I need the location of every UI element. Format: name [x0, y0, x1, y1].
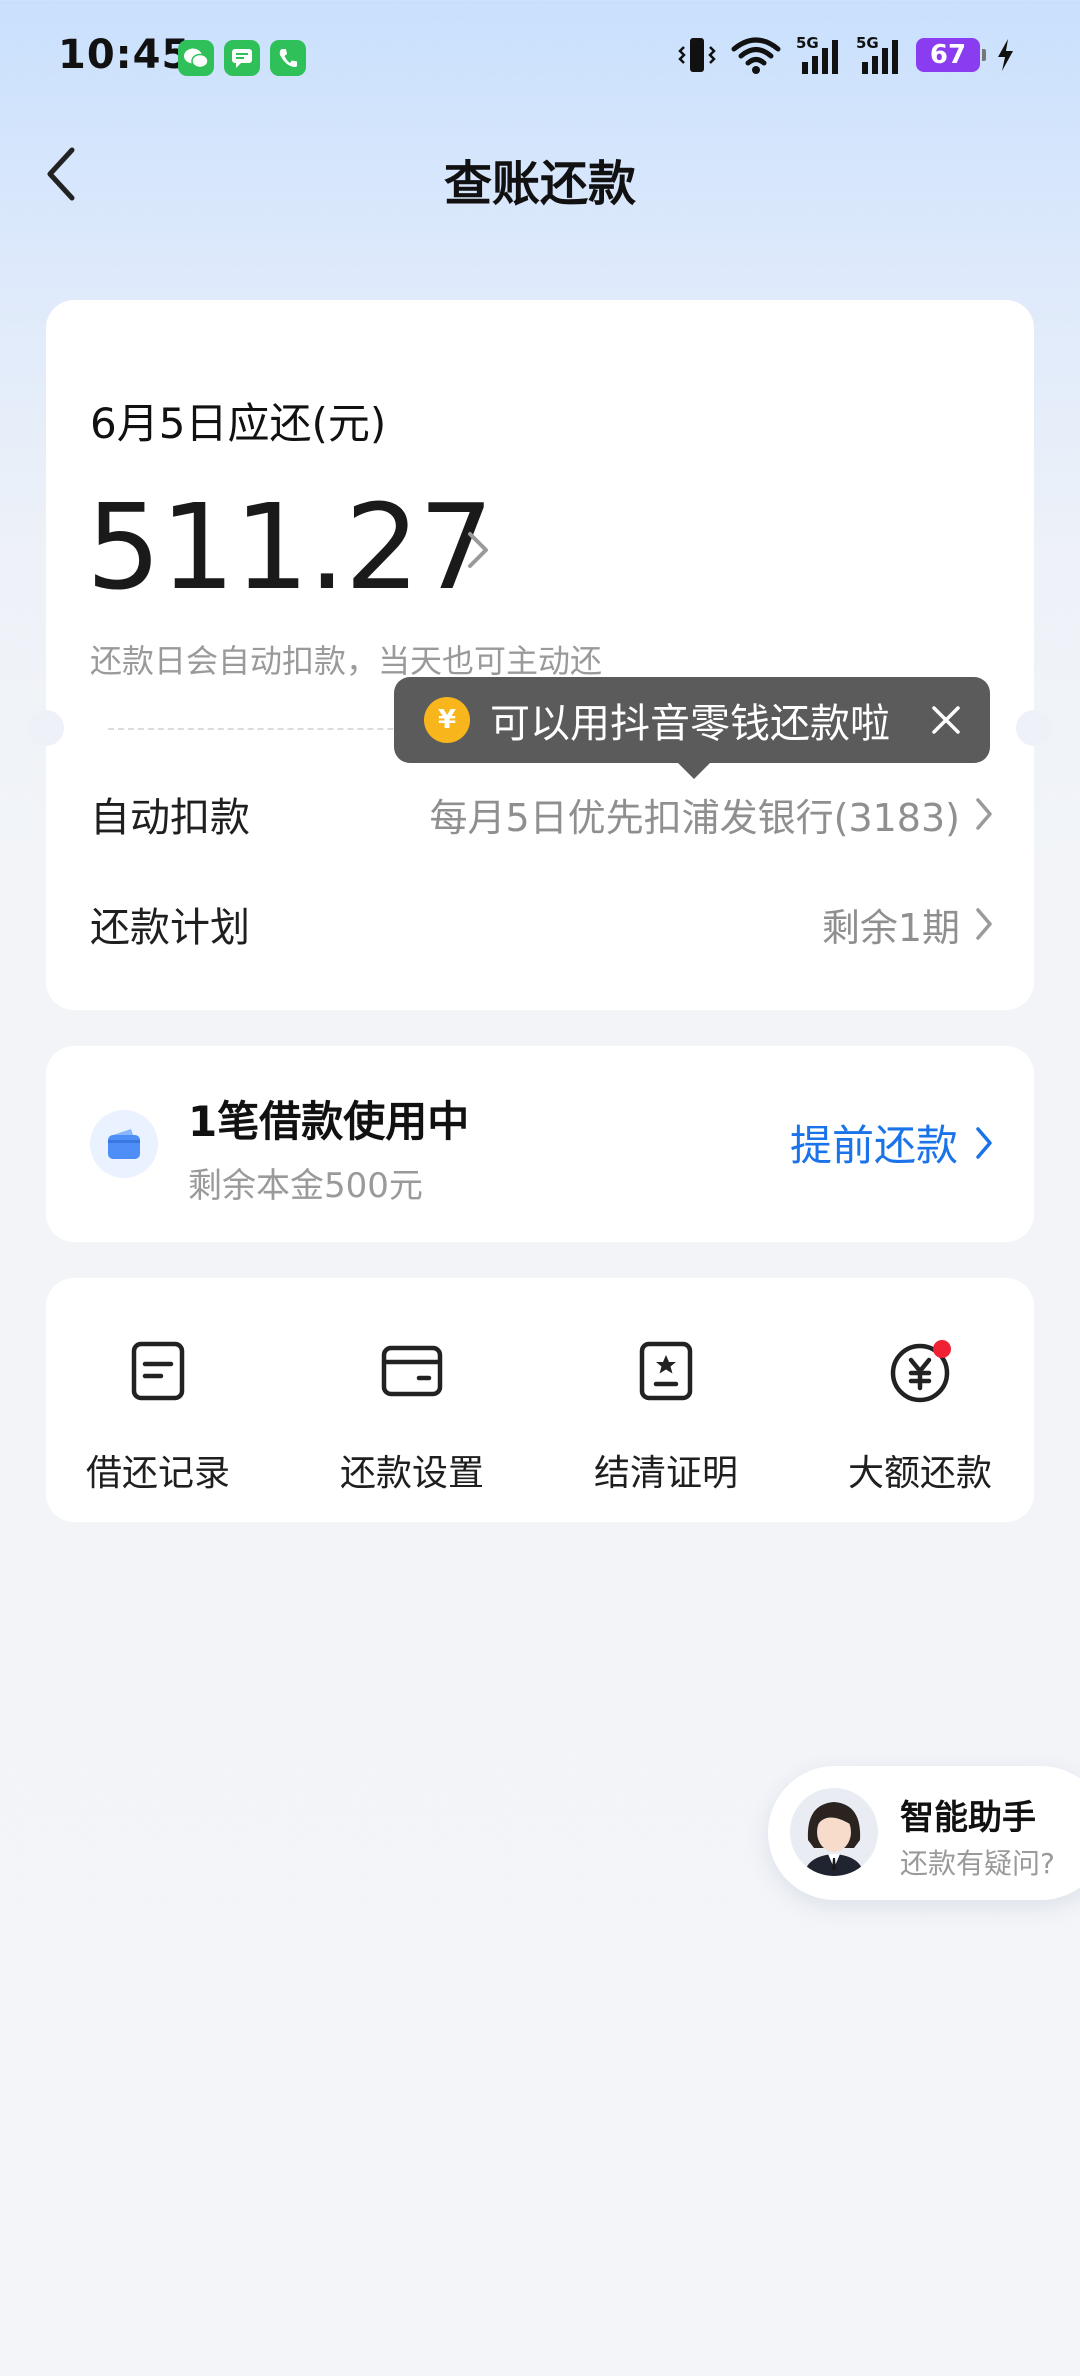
- repayment-settings-label: 还款设置: [339, 1453, 484, 1494]
- close-icon[interactable]: [926, 700, 966, 740]
- remaining-principal: 剩余本金500元: [188, 1166, 423, 1206]
- repayment-plan-label: 还款计划: [90, 905, 250, 951]
- chevron-right-icon: [976, 908, 992, 940]
- message-icon: [224, 40, 260, 76]
- repayment-plan-value-text: 剩余1期: [821, 905, 960, 950]
- assistant-avatar: [790, 1788, 878, 1876]
- battery-indicator: 67: [916, 38, 986, 72]
- chevron-right-icon: [976, 1126, 992, 1159]
- wallet-icon: [90, 1110, 158, 1178]
- notification-icons: [178, 40, 306, 76]
- charging-icon: [998, 39, 1013, 71]
- assistant-title: 智能助手: [900, 1798, 1036, 1838]
- certificate-icon: [639, 1341, 693, 1401]
- status-time: 10:45: [58, 32, 191, 78]
- auto-debit-row[interactable]: 自动扣款 每月5日优先扣浦发银行(3183): [90, 774, 994, 854]
- auto-debit-value: 每月5日优先扣浦发银行(3183): [429, 787, 994, 842]
- auto-debit-label: 自动扣款: [90, 795, 250, 841]
- active-loan-card: 1笔借款使用中 剩余本金500元 提前还款: [46, 1046, 1034, 1242]
- large-repayment-label: 大额还款: [847, 1453, 992, 1494]
- repayment-plan-value: 剩余1期: [822, 897, 994, 952]
- prepay-label: 提前还款: [789, 1121, 958, 1170]
- chevron-right-icon: [976, 798, 992, 830]
- phone-icon: [270, 40, 306, 76]
- repayment-summary-card: 6月5日应还(元) 511.27 还款日会自动扣款，当天也可主动还 自动扣款 每…: [28, 300, 1052, 1010]
- loan-records-button[interactable]: 借还记录: [58, 1336, 258, 1496]
- chevron-right-icon[interactable]: [462, 528, 492, 572]
- signal-icon-1: 5G: [796, 34, 842, 76]
- prepay-button[interactable]: 提前还款: [790, 1112, 994, 1173]
- large-repayment-button[interactable]: 大额还款: [820, 1336, 1020, 1496]
- smart-assistant-button[interactable]: 智能助手 还款有疑问?: [768, 1766, 1080, 1900]
- card-notch-left: [28, 710, 64, 746]
- notification-dot: [933, 1340, 951, 1358]
- vibrate-icon: [678, 38, 716, 72]
- settlement-certificate-label: 结清证明: [593, 1453, 738, 1494]
- settlement-certificate-button[interactable]: 结清证明: [566, 1336, 766, 1496]
- signal-icon-2: 5G: [856, 34, 902, 76]
- loan-count-title: 1笔借款使用中: [188, 1097, 470, 1146]
- due-amount[interactable]: 511.27: [86, 478, 494, 616]
- yen-circle-icon: [890, 1340, 951, 1403]
- yen-coin-icon: ¥: [424, 697, 470, 743]
- loan-records-label: 借还记录: [85, 1453, 230, 1494]
- assistant-subtitle: 还款有疑问?: [900, 1847, 1055, 1880]
- repayment-settings-button[interactable]: 还款设置: [312, 1336, 512, 1496]
- wechat-icon: [178, 40, 214, 76]
- due-date-label: 6月5日应还(元): [90, 399, 387, 448]
- quick-actions-card: 借还记录 还款设置 结清证明 大额还款: [46, 1278, 1034, 1522]
- auto-debit-hint: 还款日会自动扣款，当天也可主动还: [90, 642, 603, 680]
- record-icon: [131, 1341, 185, 1401]
- tooltip-text: 可以用抖音零钱还款啦: [490, 701, 890, 747]
- card-settings-icon: [381, 1345, 443, 1397]
- card-notch-right: [1016, 710, 1052, 746]
- wallet-tip-tooltip[interactable]: ¥ 可以用抖音零钱还款啦: [394, 677, 990, 779]
- auto-debit-value-text: 每月5日优先扣浦发银行(3183): [429, 795, 960, 840]
- wifi-icon: [731, 37, 781, 74]
- status-bar: 10:45 5G 5G 67: [0, 0, 1080, 118]
- status-indicators: 5G 5G 67: [678, 34, 1016, 76]
- repayment-plan-row[interactable]: 还款计划 剩余1期: [90, 884, 994, 964]
- page-title: 查账还款: [443, 156, 636, 212]
